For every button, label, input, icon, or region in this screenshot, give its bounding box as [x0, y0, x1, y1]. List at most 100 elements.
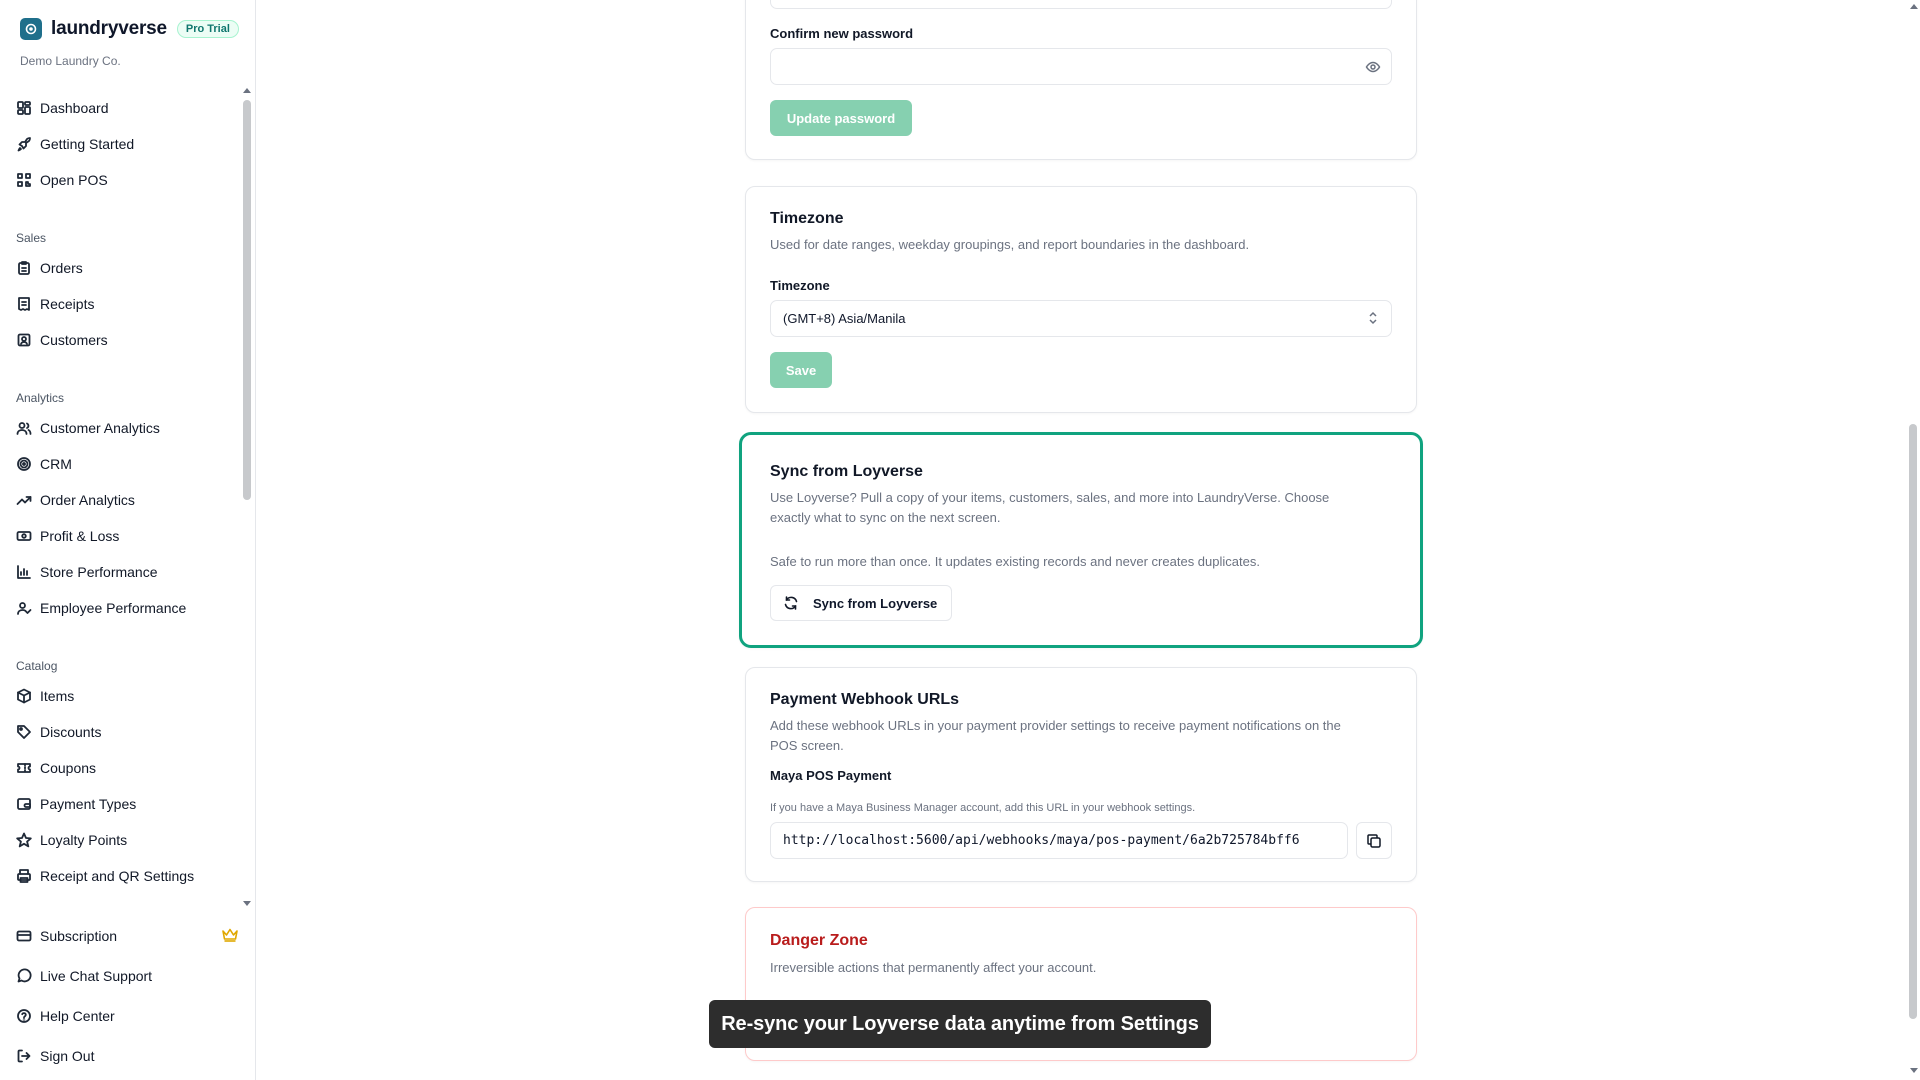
brand-logo-icon	[20, 18, 42, 40]
sidebar-item-receipt-qr-settings[interactable]: Receipt and QR Settings	[16, 862, 194, 890]
brand-name: laundryverse	[51, 18, 167, 39]
sidebar-item-label: Payment Types	[40, 796, 137, 812]
sidebar-item-label: Dashboard	[40, 100, 109, 116]
sidebar-item-label: Getting Started	[40, 136, 135, 152]
sidebar-item-label: Coupons	[40, 760, 97, 776]
eye-icon[interactable]	[1365, 59, 1381, 78]
sidebar-item-label: Employee Performance	[40, 600, 187, 616]
qr-grid-icon	[17, 173, 31, 187]
sidebar-item-label: Subscription	[40, 928, 118, 944]
sidebar-nav: Dashboard Getting Started Open POS Sales…	[0, 90, 244, 905]
section-title-analytics: Analytics	[16, 391, 65, 405]
section-title-sales: Sales	[16, 231, 47, 245]
users-icon	[16, 422, 32, 435]
maya-webhook-url-field[interactable]: http://localhost:5600/api/webhooks/maya/…	[770, 822, 1348, 859]
dashboard-icon	[17, 101, 31, 115]
rocket-icon	[17, 137, 31, 152]
banknote-icon	[16, 531, 32, 541]
sidebar-item-coupons[interactable]: Coupons	[16, 754, 96, 782]
maya-webhook-url: http://localhost:5600/api/webhooks/maya/…	[783, 833, 1300, 848]
sidebar-item-live-chat-support[interactable]: Live Chat Support	[16, 962, 152, 990]
sidebar-item-subscription[interactable]: Subscription	[16, 922, 117, 950]
sync-title: Sync from Loyverse	[770, 463, 923, 480]
toast-message: Re-sync your Loyverse data anytime from …	[721, 1012, 1199, 1035]
sidebar-item-customers[interactable]: Customers	[16, 326, 108, 354]
sidebar-item-loyalty-points[interactable]: Loyalty Points	[16, 826, 127, 854]
brand[interactable]: laundryverse Pro Trial	[20, 18, 239, 40]
sidebar-item-receipts[interactable]: Receipts	[16, 290, 94, 318]
sidebar-item-help-center[interactable]: Help Center	[16, 1002, 115, 1030]
maya-hint: If you have a Maya Business Manager acco…	[770, 802, 1196, 814]
sidebar-item-dashboard[interactable]: Dashboard	[16, 94, 109, 122]
danger-zone-title: Danger Zone	[770, 932, 868, 949]
password-card: Confirm new password Update password	[745, 0, 1417, 160]
sidebar-item-label: Items	[40, 688, 75, 704]
section-title-catalog: Catalog	[16, 659, 58, 673]
webhooks-description-line-2: POS screen.	[770, 738, 844, 753]
timezone-selected-value: (GMT+8) Asia/Manila	[783, 311, 906, 326]
sidebar-item-sign-out[interactable]: Sign Out	[16, 1042, 94, 1070]
sidebar-scrollbar[interactable]	[243, 100, 251, 500]
sync-safe-note: Safe to run more than once. It updates e…	[770, 554, 1260, 569]
sidebar-item-orders[interactable]: Orders	[16, 254, 83, 282]
timezone-field-label: Timezone	[770, 278, 830, 293]
sidebar: laundryverse Pro Trial Demo Laundry Co. …	[0, 0, 256, 1080]
sidebar-item-label: Help Center	[40, 1008, 115, 1024]
target-icon	[17, 457, 31, 471]
sidebar-item-label: Store Performance	[40, 564, 158, 580]
sync-description-line-1: Use Loyverse? Pull a copy of your items,…	[770, 490, 1330, 505]
sidebar-scroll-down-icon[interactable]	[243, 901, 251, 906]
star-icon	[16, 832, 32, 848]
sidebar-item-crm[interactable]: CRM	[16, 450, 72, 478]
trending-up-icon	[16, 496, 32, 505]
sidebar-item-label: Profit & Loss	[40, 528, 120, 544]
copy-url-button[interactable]	[1356, 822, 1392, 859]
webhooks-title: Payment Webhook URLs	[770, 691, 960, 708]
timezone-card: Timezone Used for date ranges, weekday g…	[745, 186, 1417, 413]
sidebar-item-label: Receipt and QR Settings	[40, 868, 195, 884]
credit-card-icon	[16, 930, 32, 942]
save-timezone-button[interactable]: Save	[770, 352, 832, 388]
company-name: Demo Laundry Co.	[20, 54, 121, 68]
sidebar-item-order-analytics[interactable]: Order Analytics	[16, 486, 135, 514]
refresh-icon	[783, 595, 799, 611]
sync-description-line-2: exactly what to sync on the next screen.	[770, 510, 1001, 525]
sidebar-scroll-up-icon[interactable]	[243, 88, 251, 93]
receipt-icon	[18, 297, 30, 311]
timezone-select[interactable]: (GMT+8) Asia/Manila	[770, 300, 1392, 337]
sync-button-label: Sync from Loyverse	[813, 595, 938, 611]
toast-notification: Re-sync your Loyverse data anytime from …	[709, 1000, 1211, 1048]
sidebar-item-open-pos[interactable]: Open POS	[16, 166, 108, 194]
timezone-title: Timezone	[770, 210, 844, 227]
sidebar-item-items[interactable]: Items	[16, 682, 74, 710]
sidebar-item-store-performance[interactable]: Store Performance	[16, 558, 158, 586]
sidebar-item-discounts[interactable]: Discounts	[16, 718, 101, 746]
sidebar-item-payment-types[interactable]: Payment Types	[16, 790, 136, 818]
confirm-password-input[interactable]	[770, 48, 1392, 85]
message-circle-icon	[17, 968, 32, 983]
new-password-input[interactable]	[770, 0, 1392, 9]
contact-icon	[17, 333, 31, 347]
sidebar-item-profit-loss[interactable]: Profit & Loss	[16, 522, 119, 550]
sidebar-item-label: Customers	[40, 332, 108, 348]
payment-webhooks-card: Payment Webhook URLs Add these webhook U…	[745, 667, 1417, 882]
sidebar-item-label: Sign Out	[40, 1048, 95, 1064]
main-scroll-down-icon[interactable]	[1910, 1068, 1918, 1073]
sidebar-item-employee-performance[interactable]: Employee Performance	[16, 594, 186, 622]
crown-icon	[221, 927, 239, 948]
plan-badge: Pro Trial	[176, 20, 239, 38]
bar-chart-icon	[17, 565, 31, 579]
sidebar-item-customer-analytics[interactable]: Customer Analytics	[16, 414, 160, 442]
sidebar-item-label: Open POS	[40, 172, 108, 188]
copy-icon	[1367, 833, 1381, 848]
sync-loyverse-card: Sync from Loyverse Use Loyverse? Pull a …	[739, 432, 1423, 648]
sidebar-item-label: Discounts	[40, 724, 102, 740]
ticket-icon	[17, 763, 31, 773]
main-scrollbar-thumb[interactable]	[1909, 424, 1917, 1019]
sidebar-item-getting-started[interactable]: Getting Started	[16, 130, 134, 158]
update-password-button[interactable]: Update password	[770, 100, 912, 136]
package-icon	[17, 688, 31, 704]
main-scroll-up-icon[interactable]	[1910, 4, 1918, 9]
sync-from-loyverse-button[interactable]: Sync from Loyverse	[770, 585, 952, 621]
user-check-icon	[17, 602, 32, 615]
